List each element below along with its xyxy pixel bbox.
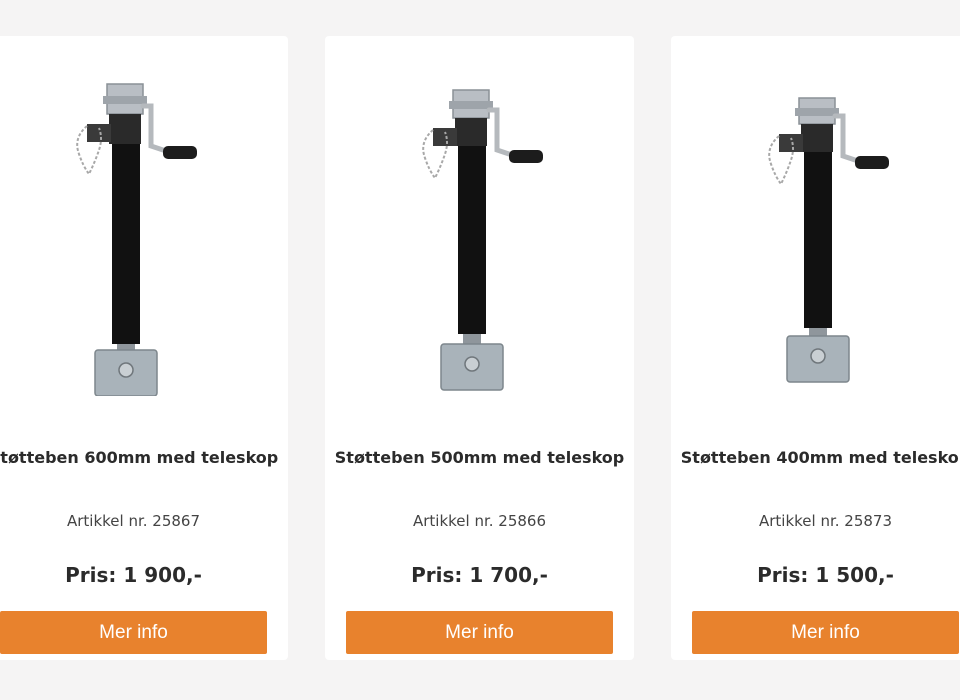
- article-number: Artikkel nr. 25867: [66, 512, 201, 530]
- product-price: Pris: 1 700,-: [411, 563, 548, 587]
- product-image[interactable]: [671, 66, 960, 446]
- more-info-button[interactable]: Mer info: [0, 611, 267, 654]
- support-leg-jack-icon: [421, 89, 543, 391]
- more-info-button[interactable]: Mer info: [346, 611, 613, 654]
- article-number: Artikkel nr. 25873: [758, 512, 893, 530]
- product-card[interactable]: Støtteben 500mm med teleskop Artikkel nr…: [325, 36, 634, 660]
- article-number: Artikkel nr. 25866: [412, 512, 547, 530]
- product-image[interactable]: [0, 66, 288, 446]
- support-leg-jack-icon: [75, 83, 197, 396]
- product-card[interactable]: Støtteben 400mm med teleskop Artikkel nr…: [671, 36, 960, 660]
- product-price: Pris: 1 900,-: [65, 563, 202, 587]
- product-card[interactable]: Støtteben 600mm med teleskop Artikkel nr…: [0, 36, 288, 660]
- product-title[interactable]: Støtteben 600mm med teleskop: [0, 448, 288, 467]
- product-title[interactable]: Støtteben 400mm med teleskop: [671, 448, 960, 467]
- more-info-button[interactable]: Mer info: [692, 611, 959, 654]
- product-image[interactable]: [325, 66, 634, 446]
- support-leg-jack-icon: [767, 97, 889, 383]
- product-price: Pris: 1 500,-: [757, 563, 894, 587]
- product-title[interactable]: Støtteben 500mm med teleskop: [325, 448, 634, 467]
